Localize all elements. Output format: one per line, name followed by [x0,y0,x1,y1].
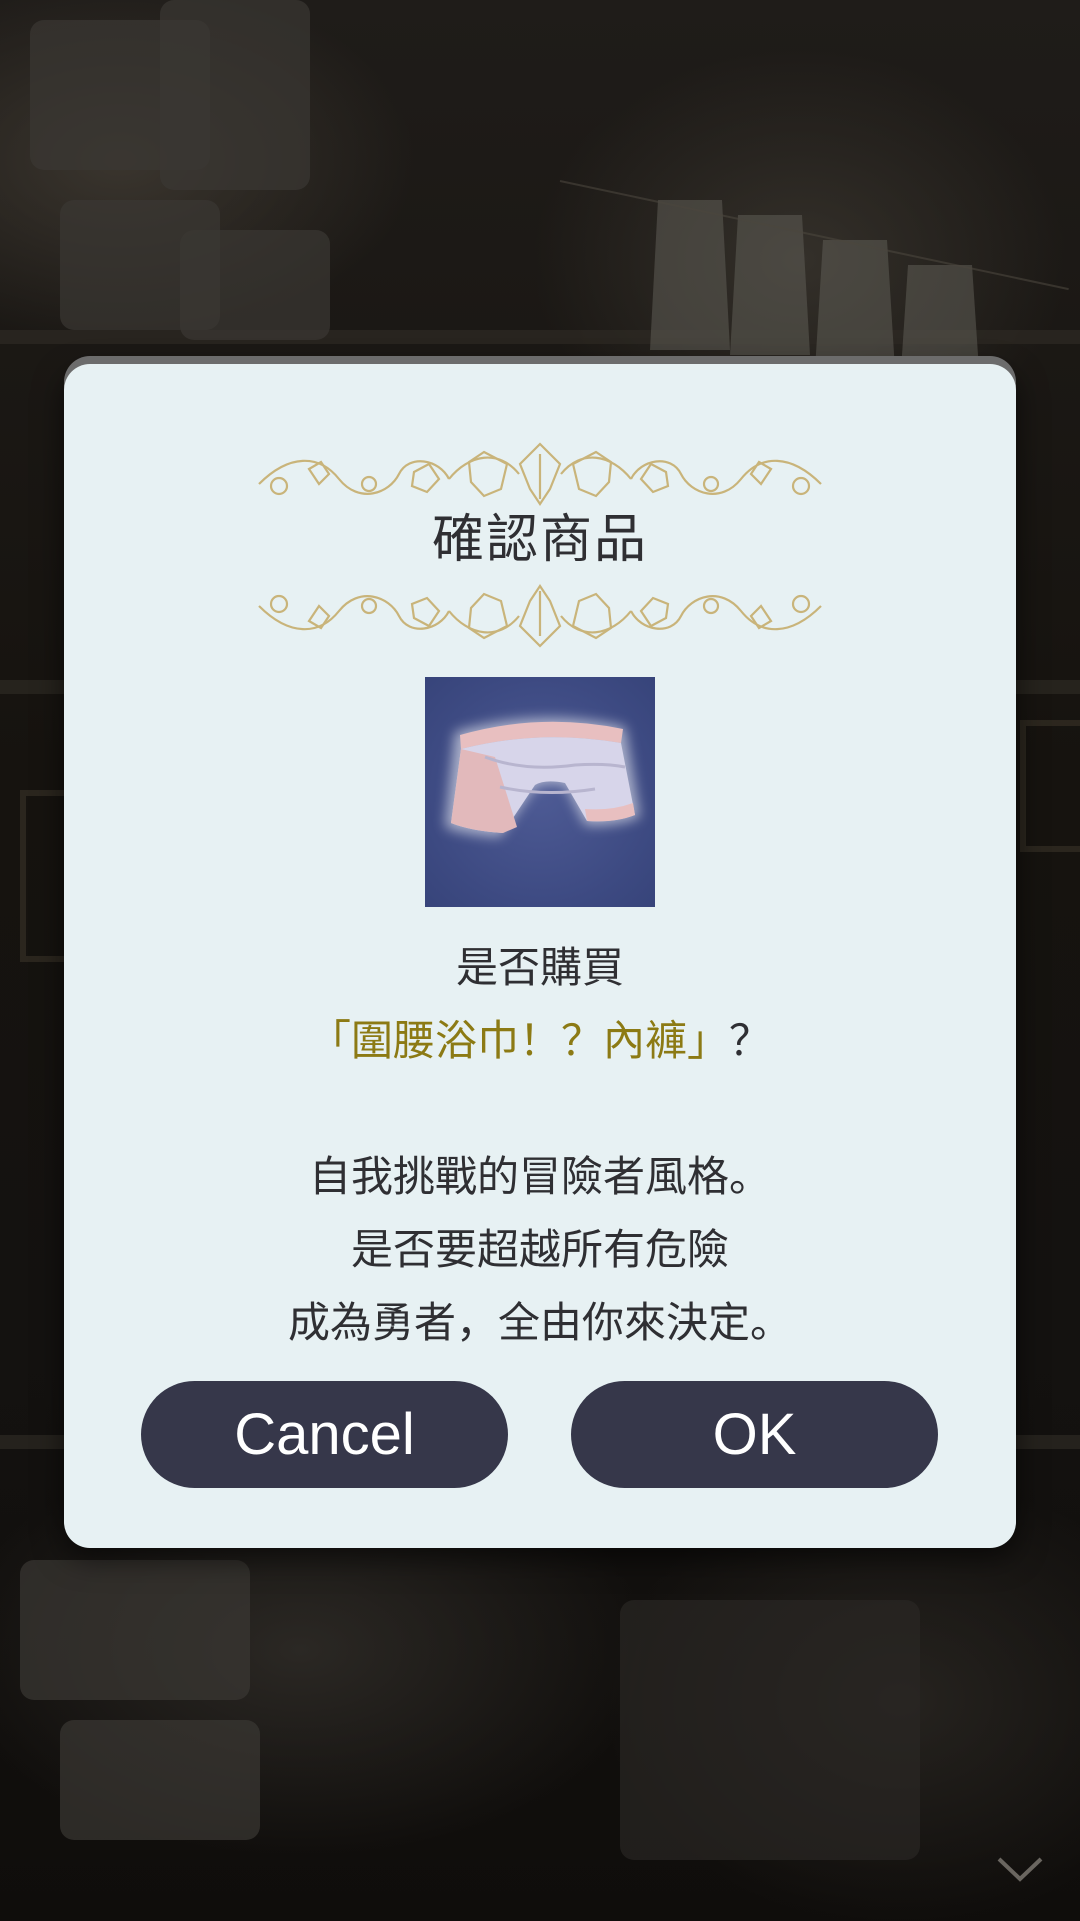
shorts-icon [445,718,640,837]
question-mark: ？ [729,1016,772,1065]
item-image [425,677,655,907]
confirm-purchase-dialog: 確認商品 是否購買 「圍腰浴巾！？內褲」？ 自我挑戰的冒險者風格。 是否要超越所… [64,364,1016,1548]
ornament-bottom-icon [258,584,822,648]
description-line: 是否要超越所有危險 [350,1225,729,1274]
item-name-line: 「圍腰浴巾！？內褲」？ [64,1011,1016,1071]
chevron-down-icon[interactable] [995,1855,1045,1885]
item-description: 自我挑戰的冒險者風格。 是否要超越所有危險 成為勇者，全由你來決定。 [64,1140,1016,1359]
ornament-top-icon [258,442,822,506]
item-name: 「圍腰浴巾！？內褲」 [308,1016,729,1065]
dialog-title: 確認商品 [431,510,648,570]
description-line: 成為勇者，全由你來決定。 [287,1298,792,1347]
ok-button[interactable]: OK [571,1381,938,1488]
description-line: 自我挑戰的冒險者風格。 [308,1152,771,1201]
screen: 確認商品 是否購買 「圍腰浴巾！？內褲」？ 自我挑戰的冒險者風格。 是否要超越所… [0,0,1080,1921]
purchase-question: 是否購買 [455,943,624,992]
cancel-button[interactable]: Cancel [141,1381,508,1488]
